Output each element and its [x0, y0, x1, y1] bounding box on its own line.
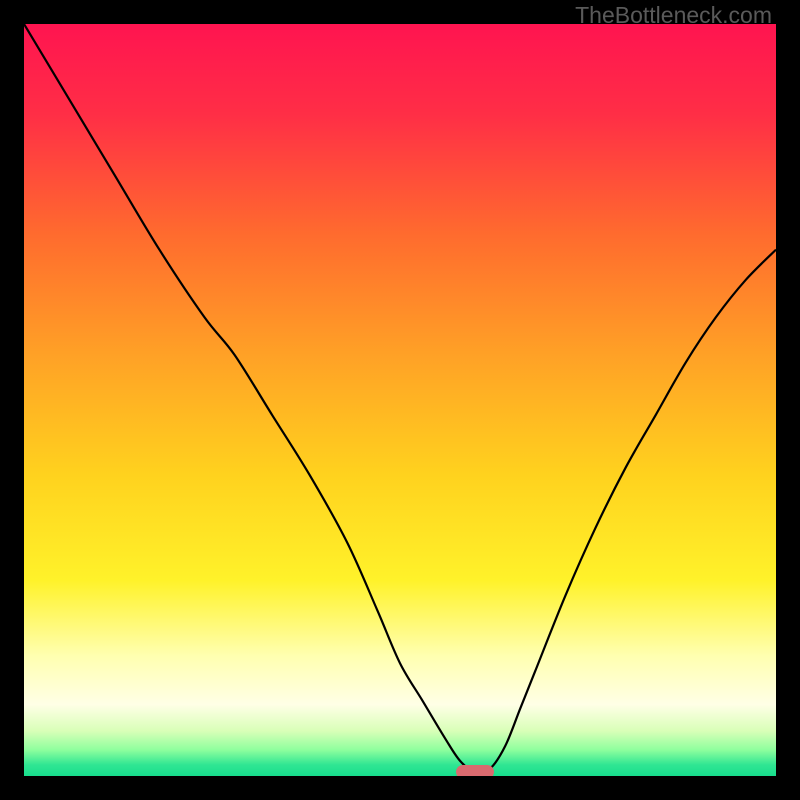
chart-frame: TheBottleneck.com: [0, 0, 800, 800]
bottleneck-curve: [24, 24, 776, 776]
optimal-mark: [456, 765, 494, 776]
plot-area: [24, 24, 776, 776]
watermark-text: TheBottleneck.com: [575, 2, 772, 29]
